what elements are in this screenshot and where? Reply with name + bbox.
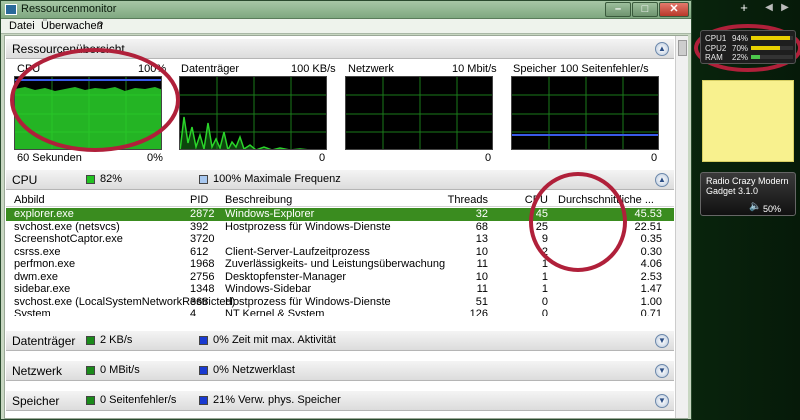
cpu1-value: 94% <box>732 34 749 43</box>
radio-gadget[interactable]: Radio Crazy Modern Gadget 3.1.0 🔈 50% <box>700 172 796 216</box>
cpu1-bar <box>751 36 793 40</box>
ram-bar-fill <box>751 55 761 59</box>
radio-version: Gadget 3.1.0 <box>706 186 759 196</box>
annotation-overlay <box>10 24 800 272</box>
cpu1-label: CPU1 <box>705 34 727 43</box>
radio-volume: 50% <box>763 204 782 214</box>
cpu-meter-gadget[interactable]: CPU1 94% CPU2 70% RAM 22% <box>700 30 796 64</box>
ram-label: RAM <box>705 53 723 62</box>
gadget-prev-icon[interactable]: ◀ <box>762 1 776 15</box>
sticky-note-gadget[interactable] <box>702 80 794 162</box>
cpu2-value: 70% <box>732 44 749 53</box>
cpu1-bar-fill <box>751 36 791 40</box>
cpu2-bar <box>751 46 793 50</box>
add-gadget-icon[interactable]: + <box>734 1 754 15</box>
radio-title: Radio Crazy Modern <box>706 176 789 186</box>
speaker-icon[interactable]: 🔈 <box>749 201 761 212</box>
cpu2-label: CPU2 <box>705 44 727 53</box>
cpu2-bar-fill <box>751 46 781 50</box>
annotation-circle <box>529 172 627 272</box>
ram-value: 22% <box>732 53 749 62</box>
gadget-next-icon[interactable]: ▶ <box>778 1 792 15</box>
ram-bar <box>751 55 793 59</box>
annotation-circle <box>10 48 180 152</box>
